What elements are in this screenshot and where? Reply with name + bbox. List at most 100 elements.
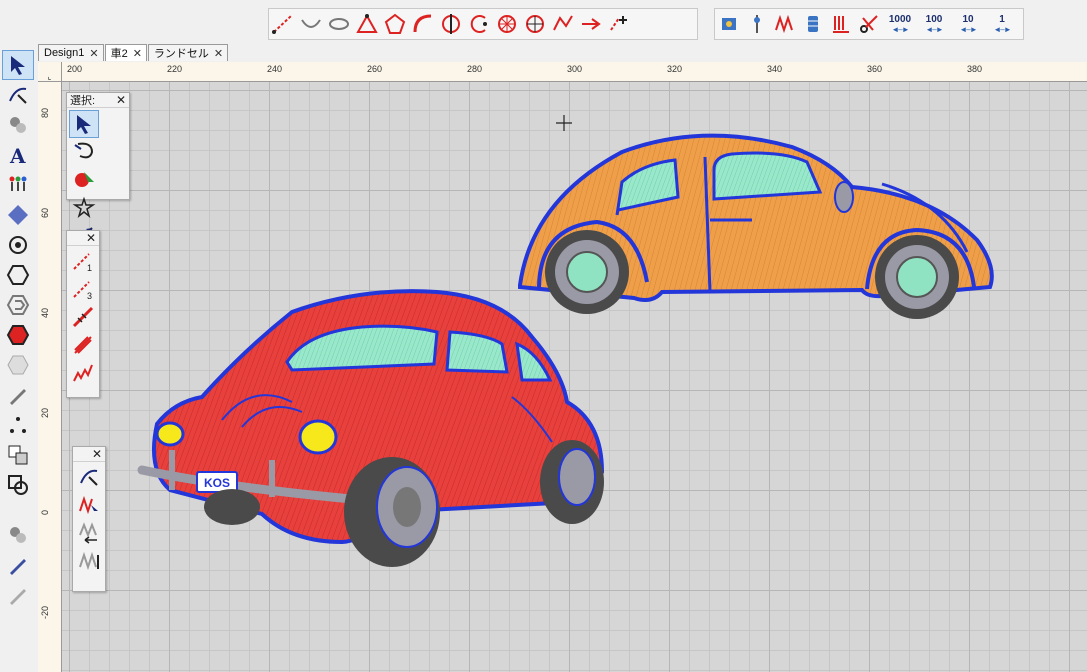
- ruler-top-label: 320: [667, 64, 683, 74]
- polygon-node-icon[interactable]: [353, 10, 381, 38]
- top-toolbar: 1000 ◄–► 100 ◄–► 10 ◄–► 1 ◄–►: [0, 0, 1087, 44]
- density-1000-button[interactable]: 1000 ◄–►: [883, 9, 917, 39]
- color-select-icon[interactable]: [69, 166, 99, 194]
- ruler-top-label: 360: [867, 64, 883, 74]
- ruler-left-label: 0: [40, 510, 50, 516]
- select-arrow-icon[interactable]: [2, 50, 34, 80]
- close-icon[interactable]: ✕: [92, 447, 102, 461]
- single-run-icon[interactable]: 1: [68, 247, 98, 275]
- density-10-button[interactable]: 10 ◄–►: [951, 9, 985, 39]
- triple-run-icon[interactable]: 3: [68, 275, 98, 303]
- lasso-select-icon[interactable]: [69, 138, 99, 166]
- stitch-settings-group: 1000 ◄–► 100 ◄–► 10 ◄–► 1 ◄–►: [714, 8, 1024, 40]
- horizontal-ruler[interactable]: 200 220 240 260 280 300 320 340 360 380: [62, 62, 1087, 82]
- circle-tool-icon[interactable]: [2, 230, 34, 260]
- pentagon-node-icon[interactable]: [381, 10, 409, 38]
- trim-scissors-icon[interactable]: [855, 10, 883, 38]
- spool-gray-icon[interactable]: [2, 520, 34, 550]
- tab-label: Design1: [44, 47, 85, 59]
- close-icon[interactable]: ✕: [214, 47, 223, 60]
- stylus-gray-icon[interactable]: [2, 580, 34, 610]
- underlay-icon[interactable]: [827, 10, 855, 38]
- select-palette: 選択: ✕: [66, 92, 130, 245]
- monogram-icon[interactable]: [2, 200, 34, 230]
- ruler-left-label: 80: [40, 108, 50, 119]
- density-100-button[interactable]: 100 ◄–►: [917, 9, 951, 39]
- stitch-insert-icon[interactable]: [74, 519, 104, 547]
- crosshair-cursor-icon: [556, 115, 572, 131]
- palette-header[interactable]: 選択: ✕: [67, 93, 129, 108]
- curve-arc-icon[interactable]: [297, 10, 325, 38]
- document-tabs: Design1 ✕ 車2 ✕ ランドセル ✕: [38, 44, 229, 62]
- zigzag-stitch-icon[interactable]: [771, 10, 799, 38]
- line-one-icon[interactable]: [269, 10, 297, 38]
- filled-hexagon-icon[interactable]: [2, 320, 34, 350]
- palette-header[interactable]: ✕: [73, 447, 105, 462]
- select-arrow-icon[interactable]: [69, 110, 99, 138]
- svg-text:A: A: [9, 144, 26, 167]
- zigzag-run-icon[interactable]: [68, 359, 98, 387]
- needle-icon[interactable]: [743, 10, 771, 38]
- people-icon[interactable]: [2, 170, 34, 200]
- satin-run-icon[interactable]: [68, 331, 98, 359]
- shapes-icon[interactable]: [2, 110, 34, 140]
- direction-arrow-icon[interactable]: [577, 10, 605, 38]
- ruler-top-label: 340: [767, 64, 783, 74]
- thread-spool-icon[interactable]: [799, 10, 827, 38]
- machine-icon[interactable]: [715, 10, 743, 38]
- close-icon[interactable]: ✕: [133, 47, 142, 60]
- ruler-top-label: 260: [367, 64, 383, 74]
- drawing-tools-group: [268, 8, 698, 40]
- tab-design1[interactable]: Design1 ✕: [38, 44, 104, 61]
- density-1-button[interactable]: 1 ◄–►: [985, 9, 1019, 39]
- embroidery-workspace[interactable]: KOS 選択: ✕ ✕ 1 3 ✕: [62, 82, 1087, 672]
- ruler-left-label: 40: [40, 308, 50, 319]
- stitch-select-icon[interactable]: [74, 491, 104, 519]
- spoke-circle-icon[interactable]: [521, 10, 549, 38]
- outline-tool-icon[interactable]: [2, 290, 34, 320]
- dots-icon[interactable]: [2, 410, 34, 440]
- motif-run-icon[interactable]: [68, 303, 98, 331]
- star-select-icon[interactable]: [69, 194, 99, 222]
- tab-car2[interactable]: 車2 ✕: [104, 44, 147, 61]
- tab-randoseru[interactable]: ランドセル ✕: [147, 44, 229, 61]
- left-toolbar: A: [2, 50, 36, 672]
- vertical-ruler[interactable]: 80 60 40 20 0 -20: [38, 82, 62, 672]
- close-icon[interactable]: ✕: [86, 231, 96, 245]
- pen-tool-icon[interactable]: [2, 380, 34, 410]
- trim-circle-icon[interactable]: [465, 10, 493, 38]
- stitch-split-icon[interactable]: [74, 547, 104, 575]
- ruler-top-label: 240: [267, 64, 283, 74]
- text-tool-icon[interactable]: A: [2, 140, 34, 170]
- radial-fill-icon[interactable]: [493, 10, 521, 38]
- shape-union-icon[interactable]: [2, 470, 34, 500]
- add-point-icon[interactable]: [605, 10, 633, 38]
- orange-car[interactable]: [518, 133, 994, 319]
- node-edit-icon[interactable]: [2, 80, 34, 110]
- ruler-top-label: 220: [167, 64, 183, 74]
- stylus-icon[interactable]: [2, 550, 34, 580]
- ruler-corner[interactable]: ⌞: [38, 62, 62, 82]
- stitch-edit-icon[interactable]: [74, 463, 104, 491]
- tab-label: ランドセル: [153, 48, 209, 60]
- run-count-label: 3: [87, 291, 92, 301]
- hexagon-tool-icon[interactable]: [2, 260, 34, 290]
- bend-path-icon[interactable]: [409, 10, 437, 38]
- tab-label: 車2: [110, 48, 128, 60]
- split-circle-icon[interactable]: [437, 10, 465, 38]
- stitch-tools-palette: ✕: [72, 446, 106, 592]
- color-swap-icon[interactable]: [2, 440, 34, 470]
- ruler-top-label: 280: [467, 64, 483, 74]
- license-plate-text: KOS: [204, 476, 230, 490]
- red-car[interactable]: KOS: [137, 289, 605, 567]
- palette-header[interactable]: ✕: [67, 231, 99, 246]
- palette-title: 選択:: [70, 95, 96, 107]
- zigzag-node-icon[interactable]: [549, 10, 577, 38]
- ruler-top-label: 300: [567, 64, 583, 74]
- close-icon[interactable]: ✕: [89, 47, 98, 60]
- car-designs: KOS: [137, 133, 994, 567]
- ruler-left-label: 60: [40, 208, 50, 219]
- ring-tool-icon[interactable]: [325, 10, 353, 38]
- close-icon[interactable]: ✕: [116, 93, 126, 107]
- hexagon-gray-icon[interactable]: [2, 350, 34, 380]
